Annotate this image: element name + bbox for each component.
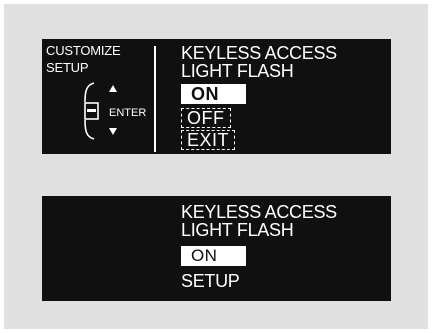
enter-label: ENTER — [109, 107, 147, 119]
customize-screen: CUSTOMIZE SETUP ENTER KEYLESS ACCESS LIG… — [42, 39, 391, 154]
divider — [154, 46, 156, 152]
option-exit[interactable]: EXIT — [181, 130, 236, 150]
figure-frame: CUSTOMIZE SETUP ENTER KEYLESS ACCESS LIG… — [4, 4, 428, 329]
bottom-setup: SETUP — [181, 271, 240, 291]
selector-knob-icon[interactable] — [82, 82, 108, 140]
option-off[interactable]: OFF — [181, 108, 231, 128]
down-arrow-icon — [109, 128, 117, 135]
bottom-value-on: ON — [181, 246, 246, 266]
up-arrow-icon — [109, 85, 117, 92]
header-setup: SETUP — [46, 60, 89, 75]
result-screen: KEYLESS ACCESS LIGHT FLASH ON SETUP — [42, 196, 391, 301]
header-customize: CUSTOMIZE — [46, 43, 121, 58]
option-on-selected[interactable]: ON — [181, 84, 246, 104]
title-light-flash: LIGHT FLASH — [181, 61, 294, 81]
bottom-title-light-flash: LIGHT FLASH — [181, 220, 294, 240]
